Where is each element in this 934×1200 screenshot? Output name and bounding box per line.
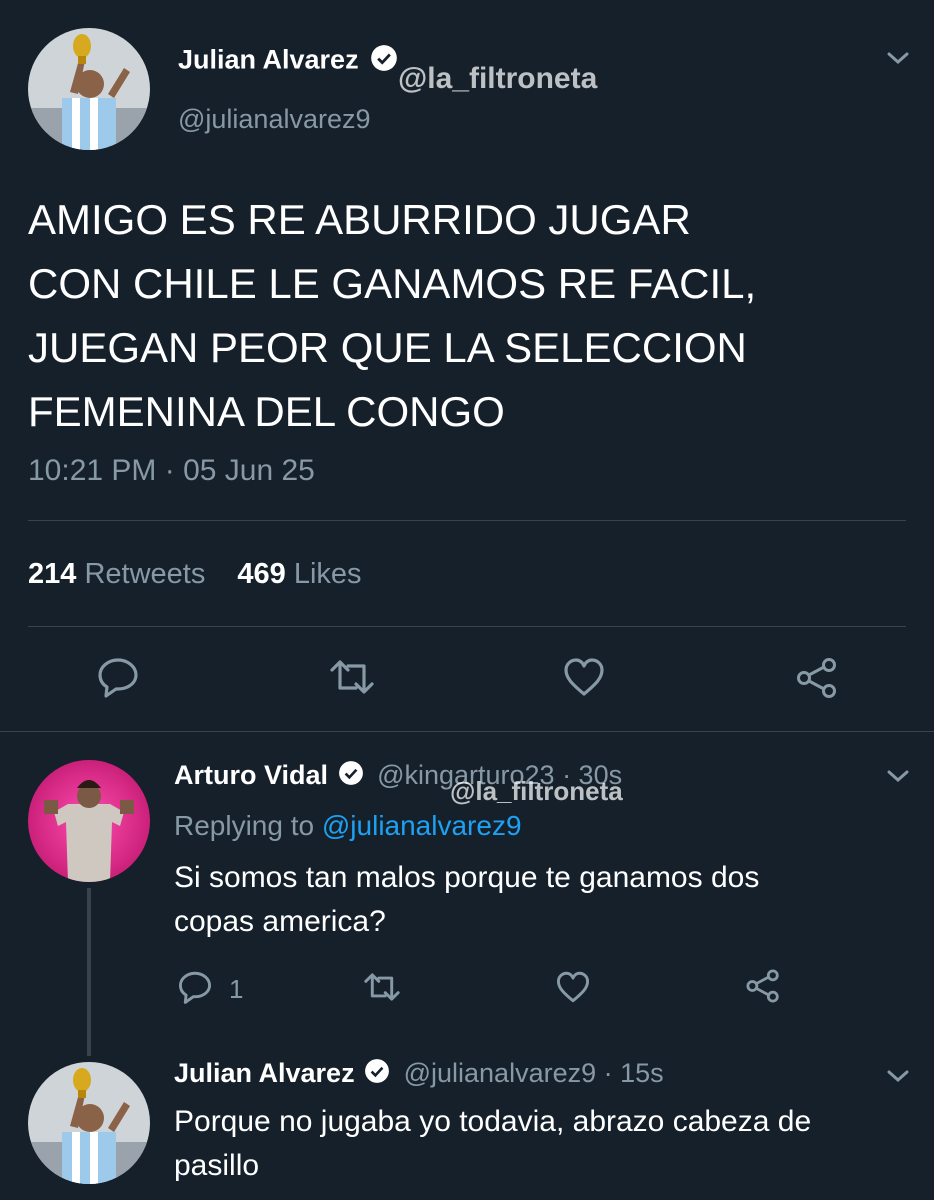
retweets-label: Retweets [84, 558, 206, 590]
replying-to: Replying to @julianalvarez9 [174, 810, 522, 842]
retweet-button[interactable] [362, 970, 402, 1009]
verified-badge-icon [338, 760, 364, 793]
display-name[interactable]: Julian Alvarez [174, 1058, 355, 1088]
reply-button[interactable]: 1 [177, 970, 243, 1009]
chevron-down-icon[interactable] [884, 1066, 912, 1091]
verified-badge-icon [364, 1058, 390, 1091]
share-button[interactable] [745, 968, 781, 1009]
share-icon [745, 968, 781, 1009]
likes-count: 469 [237, 558, 286, 590]
divider [28, 626, 906, 627]
heart-icon [555, 970, 591, 1009]
retweet-button[interactable] [328, 656, 376, 703]
reply-header: Julian Alvarez @julianalvarez9 · 15s [174, 1058, 664, 1091]
watermark: @la_filtroneta [450, 776, 623, 806]
thread-line [87, 888, 91, 1056]
heart-icon [562, 656, 606, 703]
reply-text: Porque no jugaba yo todavia, abrazo cabe… [174, 1100, 811, 1188]
retweet-icon [328, 656, 376, 703]
likes-label: Likes [293, 558, 362, 590]
reply-text-line: pasillo [174, 1149, 260, 1182]
reply-text-line: copas america? [174, 905, 386, 938]
tweet-text-line: AMIGO ES RE ABURRIDO JUGAR [28, 196, 691, 243]
avatar[interactable] [28, 760, 150, 882]
tweet-text: AMIGO ES RE ABURRIDO JUGAR CON CHILE LE … [28, 188, 756, 444]
reply-button[interactable] [96, 656, 140, 703]
retweets-stat[interactable]: 214 Retweets [28, 558, 213, 590]
replying-to-label: Replying to [174, 810, 315, 841]
comment-icon [177, 970, 213, 1009]
reply-text-line: Si somos tan malos porque te ganamos dos [174, 861, 760, 894]
reply-text-line: Porque no jugaba yo todavia, abrazo cabe… [174, 1105, 812, 1138]
verified-badge-icon [370, 44, 398, 79]
reply-text: Si somos tan malos porque te ganamos dos… [174, 856, 759, 944]
handle[interactable]: @julianalvarez9 [178, 104, 371, 135]
divider [28, 520, 906, 521]
tweet-timestamp[interactable]: 10:21 PM · 05 Jun 25 [28, 454, 315, 488]
avatar[interactable] [28, 28, 150, 150]
tweet-text-line: CON CHILE LE GANAMOS RE FACIL, [28, 260, 757, 307]
chevron-down-icon[interactable] [884, 766, 912, 791]
share-button[interactable] [795, 656, 839, 705]
tweet-text-line: FEMENINA DEL CONGO [28, 388, 505, 435]
display-name[interactable]: Arturo Vidal [174, 760, 328, 790]
handle-time[interactable]: @julianalvarez9 · 15s [404, 1058, 664, 1088]
tweet-stats: 214 Retweets 469 Likes [28, 558, 362, 591]
like-button[interactable] [562, 656, 606, 703]
watermark: @la_filtroneta [398, 62, 598, 95]
retweets-count: 214 [28, 558, 77, 590]
share-icon [795, 656, 839, 705]
retweet-icon [362, 970, 402, 1009]
avatar[interactable] [28, 1062, 150, 1184]
reply-count: 1 [229, 974, 244, 1004]
replying-to-handle[interactable]: @julianalvarez9 [322, 810, 522, 841]
chevron-down-icon[interactable] [884, 48, 912, 73]
section-divider [0, 731, 934, 732]
display-name[interactable]: Julian Alvarez [178, 45, 359, 75]
comment-icon [96, 656, 140, 703]
tweet-text-line: JUEGAN PEOR QUE LA SELECCION [28, 324, 747, 371]
likes-stat[interactable]: 469 Likes [237, 558, 361, 590]
like-button[interactable] [555, 970, 591, 1009]
